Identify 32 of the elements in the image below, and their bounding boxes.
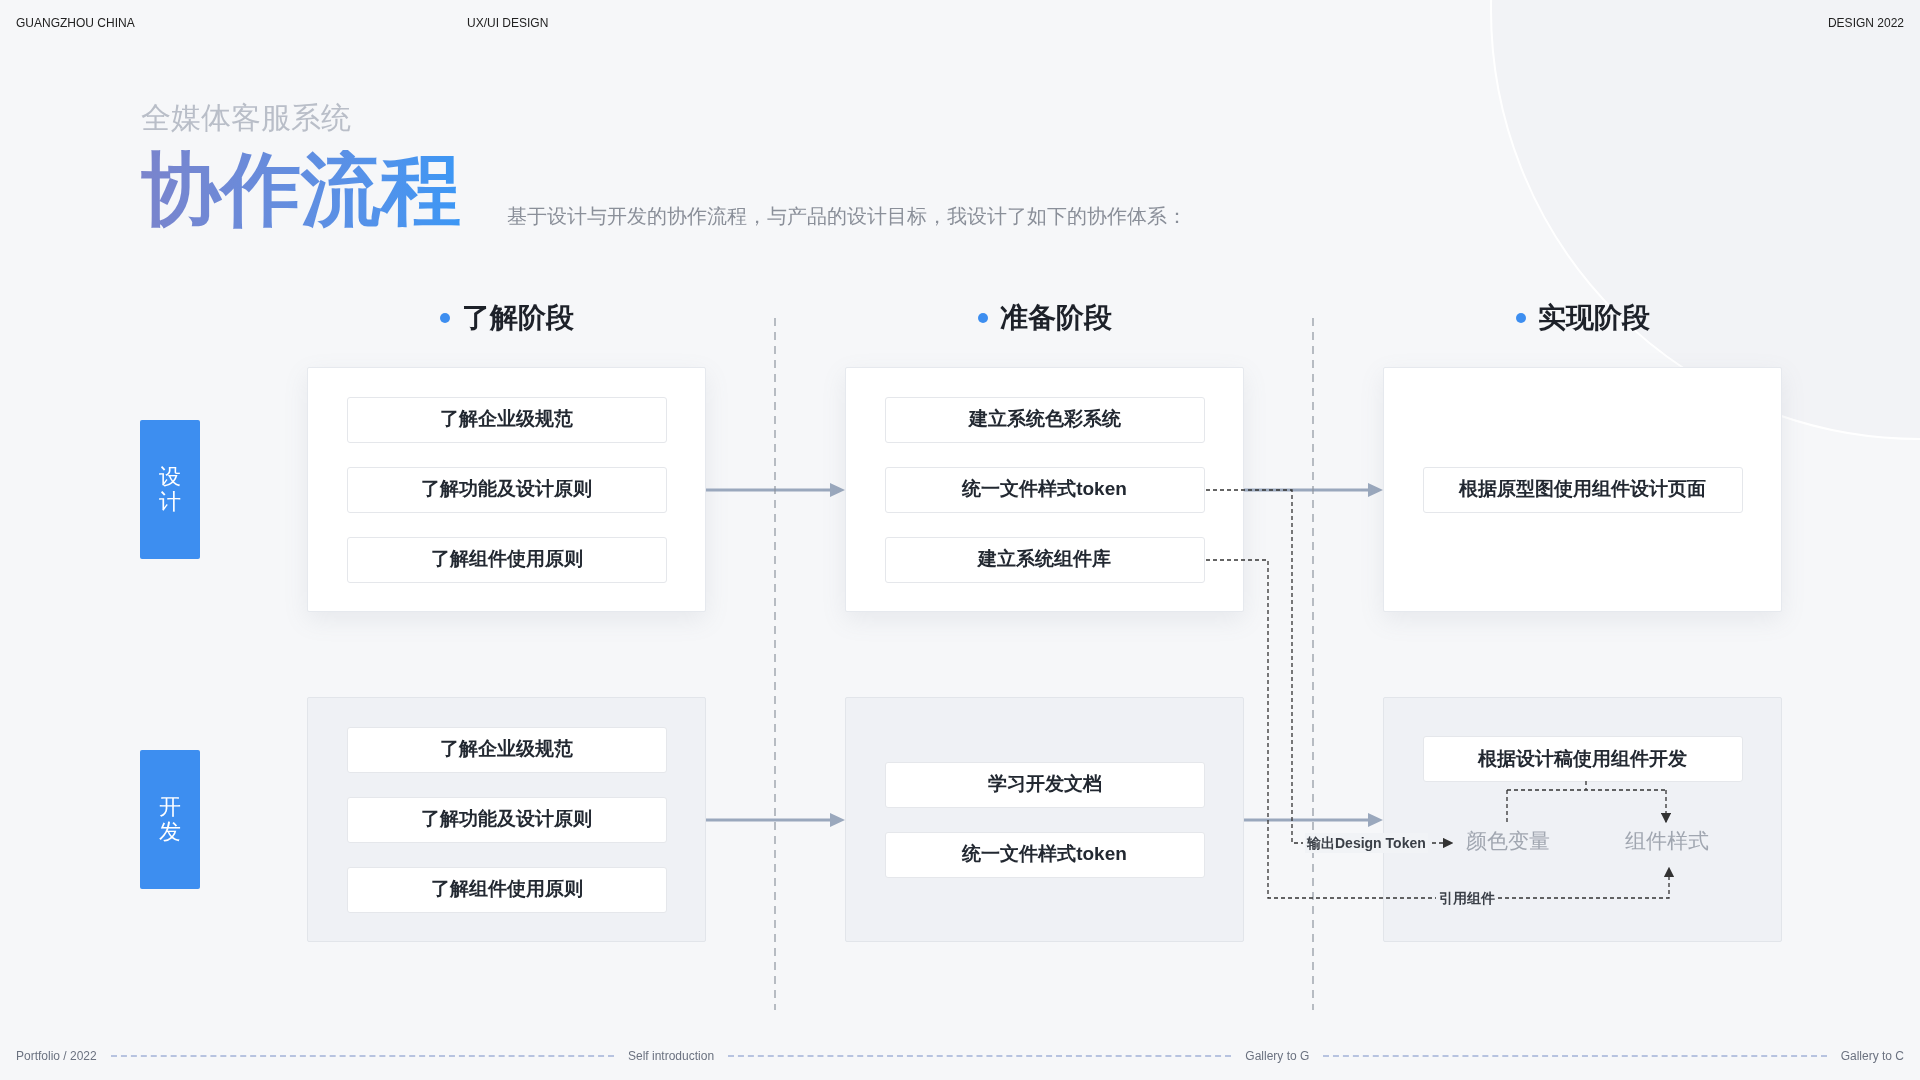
task-box: 了解组件使用原则	[346, 536, 667, 583]
task-box: 根据设计稿使用组件开发	[1422, 736, 1743, 782]
task-box: 建立系统色彩系统	[884, 396, 1205, 443]
footer-link[interactable]: Gallery to C	[1840, 1048, 1904, 1064]
task-box: 建立系统组件库	[884, 536, 1205, 583]
output-label: 组件样式	[1624, 828, 1710, 854]
phase-heading: 实现阶段	[1537, 301, 1650, 335]
task-box: 了解功能及设计原则	[346, 796, 667, 843]
connector-label: 引用组件	[1436, 888, 1498, 908]
task-box: 统一文件样式token	[884, 466, 1205, 513]
header-text: DESIGN 2022	[1827, 16, 1904, 30]
connector-label: 输出Design Token	[1305, 833, 1428, 853]
phase-heading: 准备阶段	[999, 301, 1112, 335]
lane-label: 设计	[140, 420, 200, 559]
task-box: 根据原型图使用组件设计页面	[1422, 466, 1743, 513]
task-box: 了解企业级规范	[346, 726, 667, 773]
footer-link[interactable]: Gallery to G	[1245, 1048, 1310, 1064]
task-box: 了解组件使用原则	[346, 866, 667, 913]
header-text: GUANGZHOU CHINA	[16, 16, 136, 30]
task-box: 了解企业级规范	[346, 396, 667, 443]
task-box: 学习开发文档	[884, 761, 1205, 808]
description: 基于设计与开发的协作流程，与产品的设计目标，我设计了如下的协作体系：	[507, 204, 1187, 229]
phase-heading: 了解阶段	[461, 301, 574, 335]
lane-label: 开发	[140, 750, 200, 889]
subtitle: 全媒体客服系统	[141, 103, 352, 133]
footer-link[interactable]: Self introduction	[628, 1048, 715, 1064]
task-box: 统一文件样式token	[884, 831, 1205, 878]
page-title: 协作流程	[141, 150, 461, 230]
footer-link[interactable]: Portfolio / 2022	[16, 1048, 97, 1064]
header-text: UX/UI DESIGN	[467, 16, 549, 30]
task-box: 了解功能及设计原则	[346, 466, 667, 513]
output-label: 颜色变量	[1465, 828, 1551, 854]
